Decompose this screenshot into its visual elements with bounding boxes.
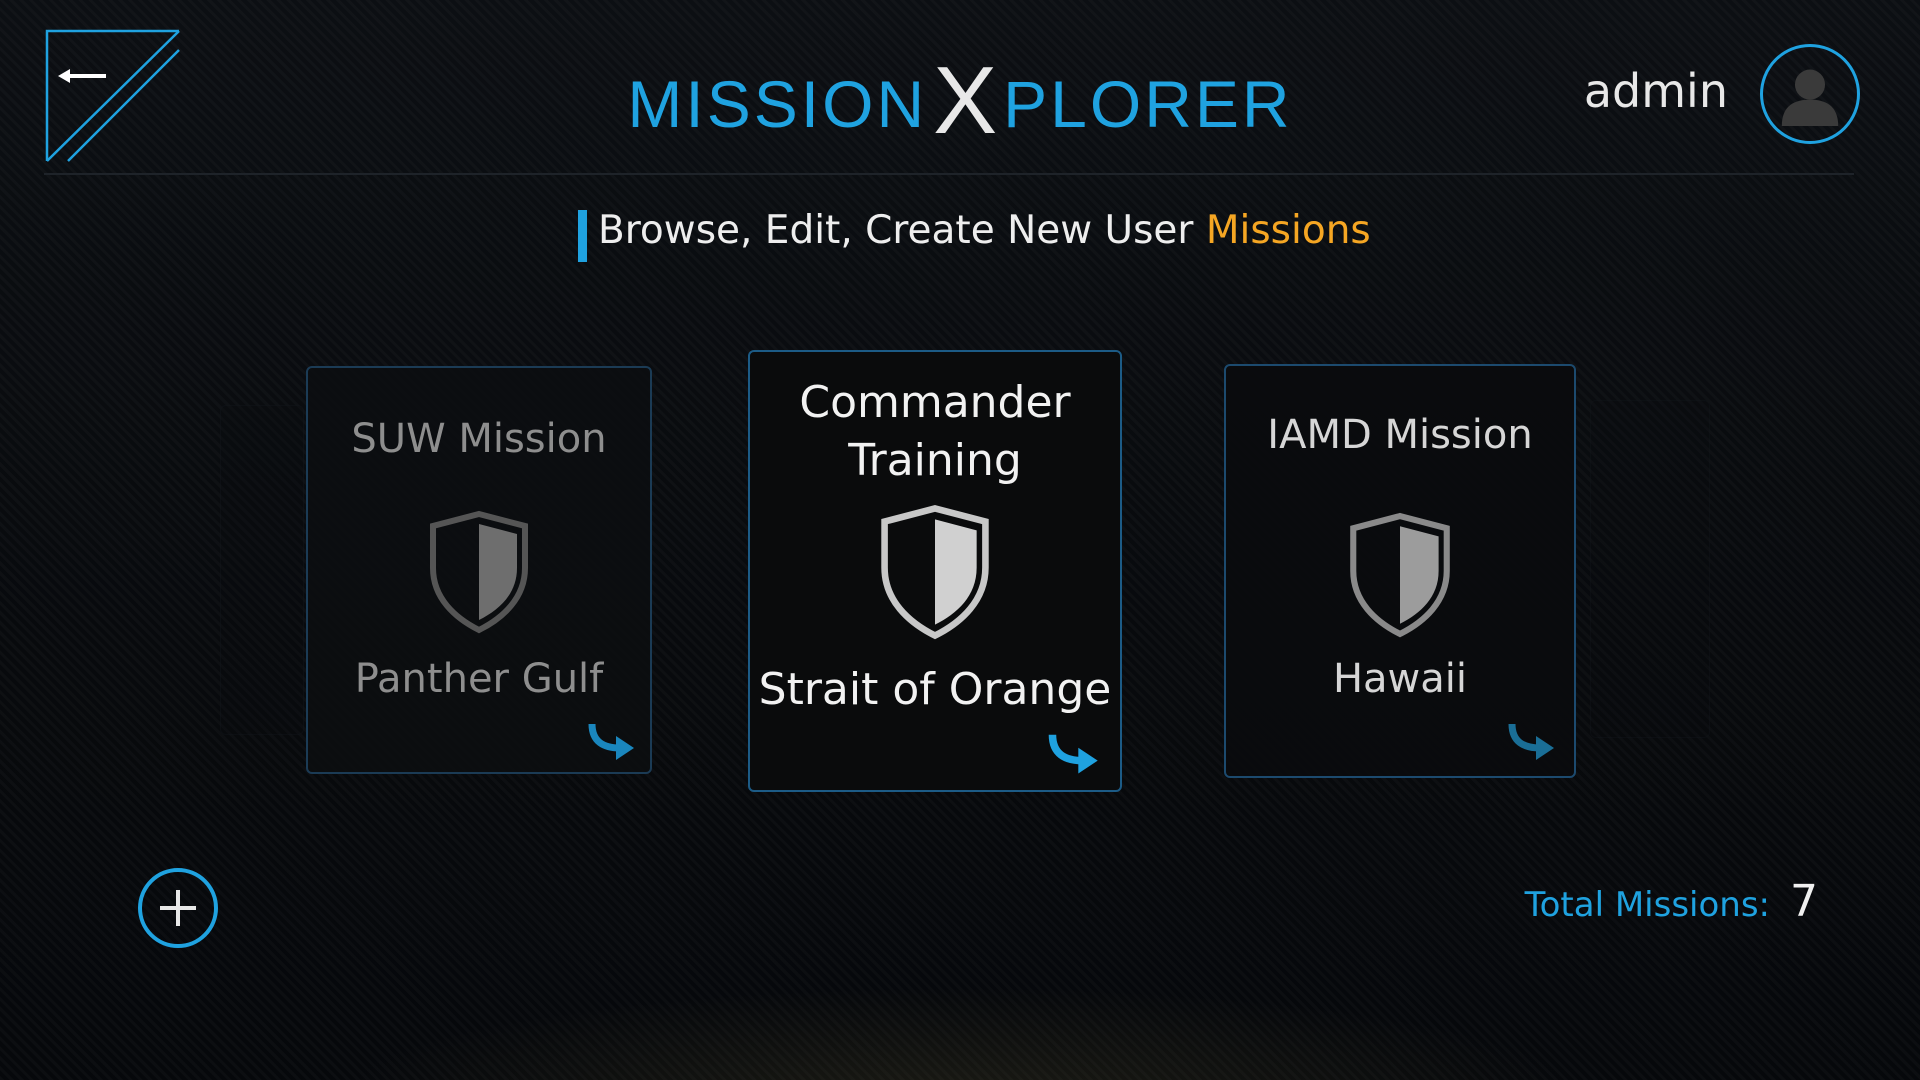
open-arrow-icon[interactable] — [1046, 730, 1102, 774]
mission-card-previous[interactable] — [220, 405, 304, 735]
subtitle-accent-text: Missions — [1205, 208, 1371, 253]
user-avatar-button[interactable] — [1760, 44, 1860, 144]
shield-icon — [1350, 512, 1450, 638]
total-missions-label: Total Missions: — [1524, 885, 1770, 925]
mission-card[interactable]: SUW Mission Panther Gulf — [306, 366, 652, 774]
mission-title-line: Commander — [799, 377, 1071, 428]
mission-title: IAMD Mission — [1267, 412, 1533, 458]
logo-plorer-text: PLORER — [1003, 67, 1293, 141]
mission-card-next[interactable] — [1590, 400, 1710, 738]
total-missions-count: 7 — [1790, 876, 1818, 927]
logo-mission-text: MISSION — [627, 67, 928, 141]
shield-icon — [430, 510, 528, 634]
mission-title-line: Training — [848, 435, 1022, 486]
mission-location: Panther Gulf — [354, 656, 604, 702]
open-arrow-icon[interactable] — [1506, 720, 1558, 760]
mission-card[interactable]: IAMD Mission Hawaii — [1224, 364, 1576, 778]
mission-title: Commander Training — [750, 374, 1120, 490]
user-avatar-icon — [1781, 69, 1839, 126]
subtitle-accent-bar — [578, 210, 587, 262]
total-missions: Total Missions: 7 — [1525, 876, 1818, 927]
mission-location: Hawaii — [1332, 656, 1468, 702]
logo-x-mark: X — [933, 47, 998, 154]
open-arrow-icon[interactable] — [586, 720, 638, 760]
mission-location: Strait of Orange — [758, 664, 1112, 715]
plus-icon — [160, 890, 196, 926]
header-divider — [44, 173, 1854, 175]
subtitle-text: Browse, Edit, Create New User — [598, 208, 1194, 253]
user-name: admin — [1583, 64, 1728, 118]
mission-card-selected[interactable]: Commander Training Strait of Orange — [748, 350, 1122, 792]
add-mission-button[interactable] — [138, 868, 218, 948]
page-subtitle: Browse, Edit, Create New User Missions — [578, 208, 1371, 262]
mission-title: SUW Mission — [351, 416, 607, 462]
shield-icon — [881, 505, 989, 640]
